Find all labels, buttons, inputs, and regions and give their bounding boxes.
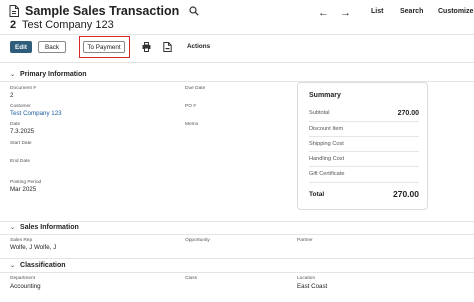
record-subtitle: 2 Test Company 123 [10, 19, 114, 31]
end-date-label: End Date [10, 159, 31, 164]
summary-separator [309, 182, 419, 183]
customer-label: Customer [10, 104, 31, 109]
summary-separator [309, 136, 419, 137]
department-value: Accounting [10, 283, 41, 290]
back-button[interactable]: Back [38, 41, 66, 53]
summary-row-label: Handling Cost [309, 156, 345, 162]
due-date-label: Due Date [185, 86, 206, 91]
summary-row-value: 270.00 [397, 110, 419, 117]
sales-rep-label: Sales Rep [10, 238, 33, 243]
posting-period-label: Posting Period [10, 180, 42, 185]
edit-button[interactable]: Edit [10, 41, 32, 53]
section-divider [0, 221, 474, 222]
sales-information-header[interactable]: ⌄ Sales Information [10, 224, 79, 231]
customize-link[interactable]: Customize [438, 8, 473, 15]
search-link[interactable]: Search [400, 8, 423, 15]
summary-row-handling: Handling Cost [309, 156, 419, 162]
location-value: East Coast [297, 283, 328, 290]
previous-record-arrow-icon[interactable]: ← [318, 7, 329, 19]
summary-title: Summary [309, 92, 341, 99]
summary-separator [309, 151, 419, 152]
section-divider [0, 272, 474, 273]
section-divider [0, 258, 474, 259]
date-label: Date [10, 122, 21, 127]
summary-total-label: Total [309, 190, 325, 198]
partner-label: Partner [297, 238, 313, 243]
download-document-icon[interactable] [163, 42, 172, 52]
summary-row-label: Shipping Cost [309, 141, 344, 147]
summary-row-subtotal: Subtotal 270.00 [309, 110, 419, 117]
sales-information-title: Sales Information [20, 224, 79, 231]
to-payment-button[interactable]: To Payment [83, 41, 125, 53]
next-record-arrow-icon[interactable]: → [340, 7, 351, 19]
section-divider [0, 234, 474, 235]
summary-row-gift-certificate: Gift Certificate [309, 171, 419, 177]
chevron-down-icon: ⌄ [10, 72, 16, 78]
print-icon[interactable] [142, 42, 151, 52]
summary-row-shipping: Shipping Cost [309, 141, 419, 147]
transaction-document-icon [9, 5, 19, 17]
primary-information-title: Primary Information [20, 71, 87, 78]
record-company: Test Company 123 [21, 19, 114, 31]
department-label: Department [10, 276, 36, 281]
location-label: Location [297, 276, 316, 281]
customer-link[interactable]: Test Company 123 [10, 110, 62, 117]
po-number-label: PO # [185, 104, 196, 109]
document-number-label: Document # [10, 86, 36, 91]
header-divider [0, 34, 474, 35]
record-number: 2 [10, 19, 17, 31]
summary-row-total: Total 270.00 [309, 189, 419, 199]
summary-total-value: 270.00 [393, 189, 419, 199]
sales-rep-value: Wolfe, J Wolfe, J [10, 244, 57, 251]
summary-row-label: Subtotal [309, 110, 330, 116]
summary-row-discount: Discount Item [309, 126, 419, 132]
actions-menu[interactable]: Actions [187, 43, 210, 50]
chevron-down-icon: ⌄ [10, 225, 16, 231]
start-date-label: Start Date [10, 141, 32, 146]
summary-separator [309, 166, 419, 167]
classification-title: Classification [20, 262, 66, 269]
chevron-down-icon: ⌄ [10, 263, 16, 269]
list-link[interactable]: List [371, 8, 383, 15]
search-icon[interactable] [189, 6, 199, 16]
summary-separator [309, 121, 419, 122]
summary-row-label: Gift Certificate [309, 171, 345, 177]
posting-period-value: Mar 2025 [10, 186, 37, 193]
memo-label: Memo [185, 122, 199, 127]
date-value: 7.3.2025 [10, 128, 35, 135]
summary-row-label: Discount Item [309, 126, 344, 132]
title-row: Sample Sales Transaction [9, 4, 199, 18]
opportunity-label: Opportunity [185, 238, 210, 243]
class-label: Class [185, 276, 197, 281]
classification-header[interactable]: ⌄ Classification [10, 262, 66, 269]
document-number-value: 2 [10, 92, 14, 99]
page-title: Sample Sales Transaction [25, 4, 180, 18]
primary-information-header[interactable]: ⌄ Primary Information [10, 71, 87, 78]
toolbar-divider [0, 62, 474, 63]
